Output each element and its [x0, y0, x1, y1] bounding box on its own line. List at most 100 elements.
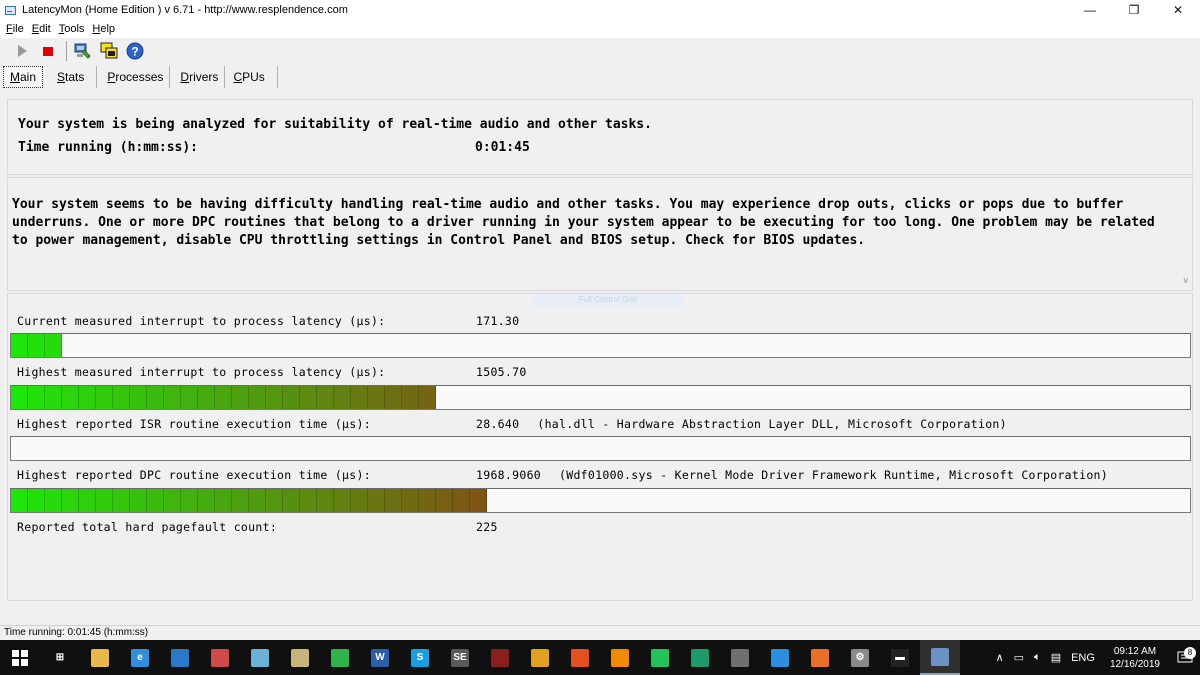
bar-segment: [130, 489, 147, 512]
app-glyph: SE: [451, 648, 469, 667]
tab-main[interactable]: Main: [3, 66, 44, 88]
windows-icon[interactable]: [97, 39, 121, 63]
app-glyph: [691, 648, 709, 667]
film-icon[interactable]: [720, 640, 760, 675]
toolbar-separator: [66, 41, 67, 61]
bar-segment: [232, 489, 249, 512]
vlc-icon[interactable]: [600, 640, 640, 675]
settings-icon[interactable]: ⚙: [840, 640, 880, 675]
ghost-button: Full Control Grid: [532, 294, 684, 306]
tray-language[interactable]: ENG: [1071, 652, 1095, 664]
bar-segment: [402, 489, 419, 512]
tray-chevron-icon[interactable]: ∧: [996, 651, 1004, 664]
bar-segment: [96, 489, 113, 512]
menu-file[interactable]: File: [6, 23, 24, 35]
app-glyph: ⊞: [51, 648, 69, 667]
close-button[interactable]: ✕: [1156, 0, 1200, 20]
stat-value: 28.640: [476, 417, 520, 431]
app-glyph: [771, 648, 789, 667]
menu-edit[interactable]: Edit: [32, 23, 51, 35]
hdd-icon[interactable]: [280, 640, 320, 675]
bar-segment: [45, 386, 62, 409]
bar-segment: [283, 489, 300, 512]
app-glyph: [931, 647, 949, 666]
stat-label: Highest measured interrupt to process la…: [17, 365, 386, 379]
restore-button[interactable]: ❐: [1112, 0, 1156, 20]
computer-icon[interactable]: [71, 39, 95, 63]
bar-segment: [181, 489, 198, 512]
tab-stats[interactable]: Stats: [43, 66, 98, 88]
app-glyph: [211, 648, 229, 667]
latency-stats-panel: Full Control Grid Current measured inter…: [7, 293, 1193, 601]
task-view-icon[interactable]: ⊞: [40, 640, 80, 675]
tab-processes[interactable]: Processes: [97, 66, 171, 88]
scroll-down-arrow-icon[interactable]: ∨: [1182, 276, 1189, 286]
title-bar: LatencyMon (Home Edition ) v 6.71 - http…: [0, 0, 1200, 20]
help-glyph: ?: [131, 45, 138, 59]
kaspersky-icon[interactable]: [680, 640, 720, 675]
stat-label: Reported total hard pagefault count:: [17, 520, 278, 534]
bar-segment: [45, 334, 62, 357]
file-explorer-icon[interactable]: [80, 640, 120, 675]
tray-battery-icon[interactable]: ▭: [1014, 651, 1024, 664]
taskbar-apps: ⊞ e W S SE ⚙ ▬: [40, 640, 960, 675]
media-icon[interactable]: [480, 640, 520, 675]
brave-icon[interactable]: [560, 640, 600, 675]
bar-segment: [385, 489, 402, 512]
paint-icon[interactable]: [200, 640, 240, 675]
word-icon[interactable]: W: [360, 640, 400, 675]
bar-segment: [28, 386, 45, 409]
tab-drivers[interactable]: Drivers: [170, 66, 226, 88]
whatsapp-desktop-icon[interactable]: [320, 640, 360, 675]
conclusion-panel: Your system seems to be having difficult…: [7, 177, 1193, 291]
bar-segment: [215, 489, 232, 512]
edge-icon[interactable]: e: [120, 640, 160, 675]
app-glyph: S: [411, 648, 429, 667]
help-icon[interactable]: ?: [123, 39, 147, 63]
skype-icon[interactable]: S: [400, 640, 440, 675]
tray-volume-icon[interactable]: 🔈︎: [1034, 651, 1041, 664]
app-glyph: [331, 648, 349, 667]
terminal-icon[interactable]: ▬: [880, 640, 920, 675]
latencymon-taskbar-icon[interactable]: [920, 640, 960, 675]
notification-center-icon[interactable]: 8: [1170, 646, 1200, 665]
bar-segment: [317, 489, 334, 512]
bar-segment: [147, 386, 164, 409]
bar-segment: [317, 386, 334, 409]
minimize-button[interactable]: —: [1068, 0, 1112, 20]
stop-icon[interactable]: [36, 39, 60, 63]
bar-segment: [470, 489, 487, 512]
app-glyph: W: [371, 648, 389, 667]
bar-fill: [11, 334, 62, 357]
windows-store-icon[interactable]: [760, 640, 800, 675]
se-icon[interactable]: SE: [440, 640, 480, 675]
bar-segment: [198, 489, 215, 512]
photos-icon[interactable]: [160, 640, 200, 675]
bar-segment: [113, 386, 130, 409]
app-glyph: [91, 648, 109, 667]
tray-network-icon[interactable]: ▤: [1051, 651, 1061, 664]
stat-value: 225: [476, 520, 498, 534]
menu-bar: File Edit Tools Help: [0, 20, 1200, 38]
bar-segment: [11, 334, 28, 357]
whatsapp-icon[interactable]: [640, 640, 680, 675]
stat-value: 1505.70: [476, 365, 527, 379]
menu-tools[interactable]: Tools: [59, 23, 85, 35]
chrome-icon[interactable]: [520, 640, 560, 675]
stat-extra: (Wdf01000.sys - Kernel Mode Driver Frame…: [559, 468, 1109, 482]
stat-highest-isr: Highest reported ISR routine execution t…: [17, 417, 1007, 431]
tray-clock[interactable]: 09:12 AM 12/16/2019: [1110, 645, 1160, 671]
play-icon[interactable]: [10, 39, 34, 63]
start-button[interactable]: [0, 640, 40, 675]
menu-help[interactable]: Help: [92, 23, 115, 35]
firefox-icon[interactable]: [800, 640, 840, 675]
bar-segment: [402, 386, 419, 409]
tab-cpus[interactable]: C PUs: [225, 66, 278, 88]
app-glyph: [811, 648, 829, 667]
latencymon-app-icon: [4, 4, 16, 16]
bar-segment: [79, 489, 96, 512]
bar-segment: [164, 386, 181, 409]
bar-segment: [300, 386, 317, 409]
analysis-status-text: Your system is being analyzed for suitab…: [18, 117, 652, 132]
notes-icon[interactable]: [240, 640, 280, 675]
